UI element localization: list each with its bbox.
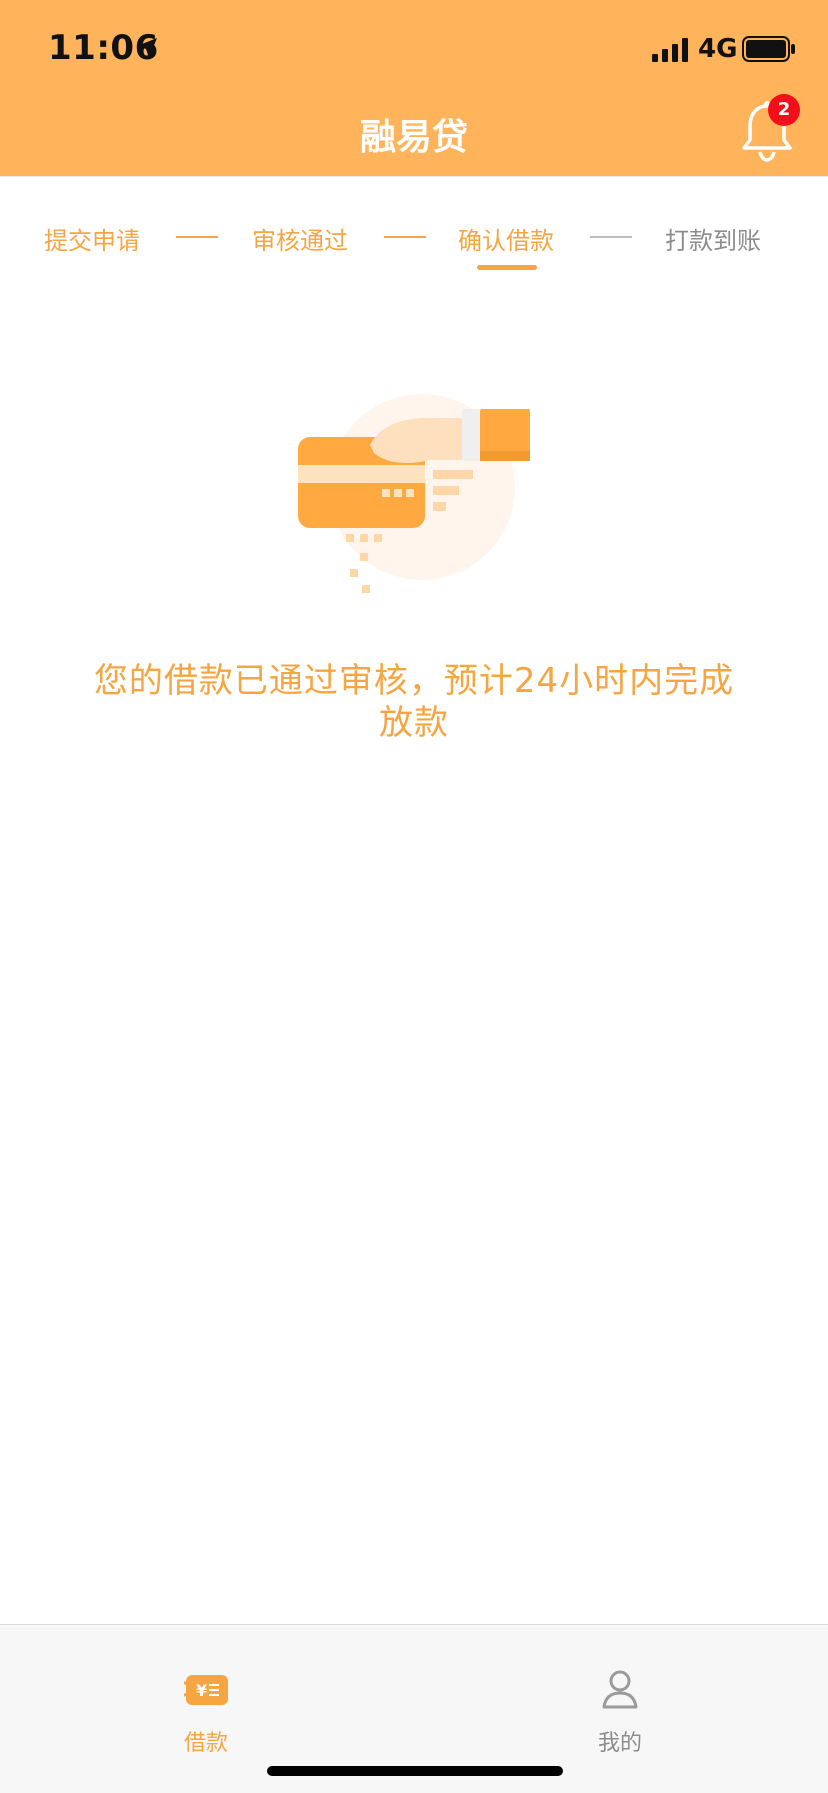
progress-steps: 提交申请 审核通过 确认借款 打款到账 — [0, 176, 828, 297]
notification-badge: 2 — [768, 94, 800, 126]
signal-icon — [652, 38, 688, 62]
step-review-passed: 审核通过 — [252, 227, 348, 255]
network-type: 4G — [698, 34, 738, 64]
loan-icon: ¥ — [183, 1675, 228, 1705]
loan-status-message: 您的借款已通过审核，预计24小时内完成放款 — [93, 661, 735, 743]
home-indicator[interactable] — [267, 1766, 563, 1776]
tab-loan-label: 借款 — [183, 1731, 228, 1756]
step-submit-application: 提交申请 — [44, 227, 140, 255]
step-separator — [384, 236, 426, 238]
svg-text:¥: ¥ — [196, 1681, 207, 1700]
step-separator — [176, 236, 218, 238]
card-payment-illustration — [298, 394, 530, 593]
current-step-indicator — [477, 265, 537, 270]
page-title: 融易贷 — [359, 117, 468, 158]
step-separator — [590, 236, 632, 238]
status-bar: 11:06 4G — [0, 0, 828, 100]
tab-mine[interactable]: 我的 — [540, 1645, 700, 1756]
tab-loan[interactable]: ¥ 借款 — [126, 1645, 286, 1756]
tab-mine-label: 我的 — [597, 1731, 642, 1756]
app-header: 11:06 4G 融易贷 2 — [0, 0, 828, 176]
user-icon — [602, 1670, 638, 1709]
step-payout-received: 打款到账 — [665, 227, 761, 255]
location-arrow-icon — [137, 38, 157, 58]
step-confirm-loan: 确认借款 — [458, 227, 554, 255]
battery-icon — [742, 36, 795, 62]
